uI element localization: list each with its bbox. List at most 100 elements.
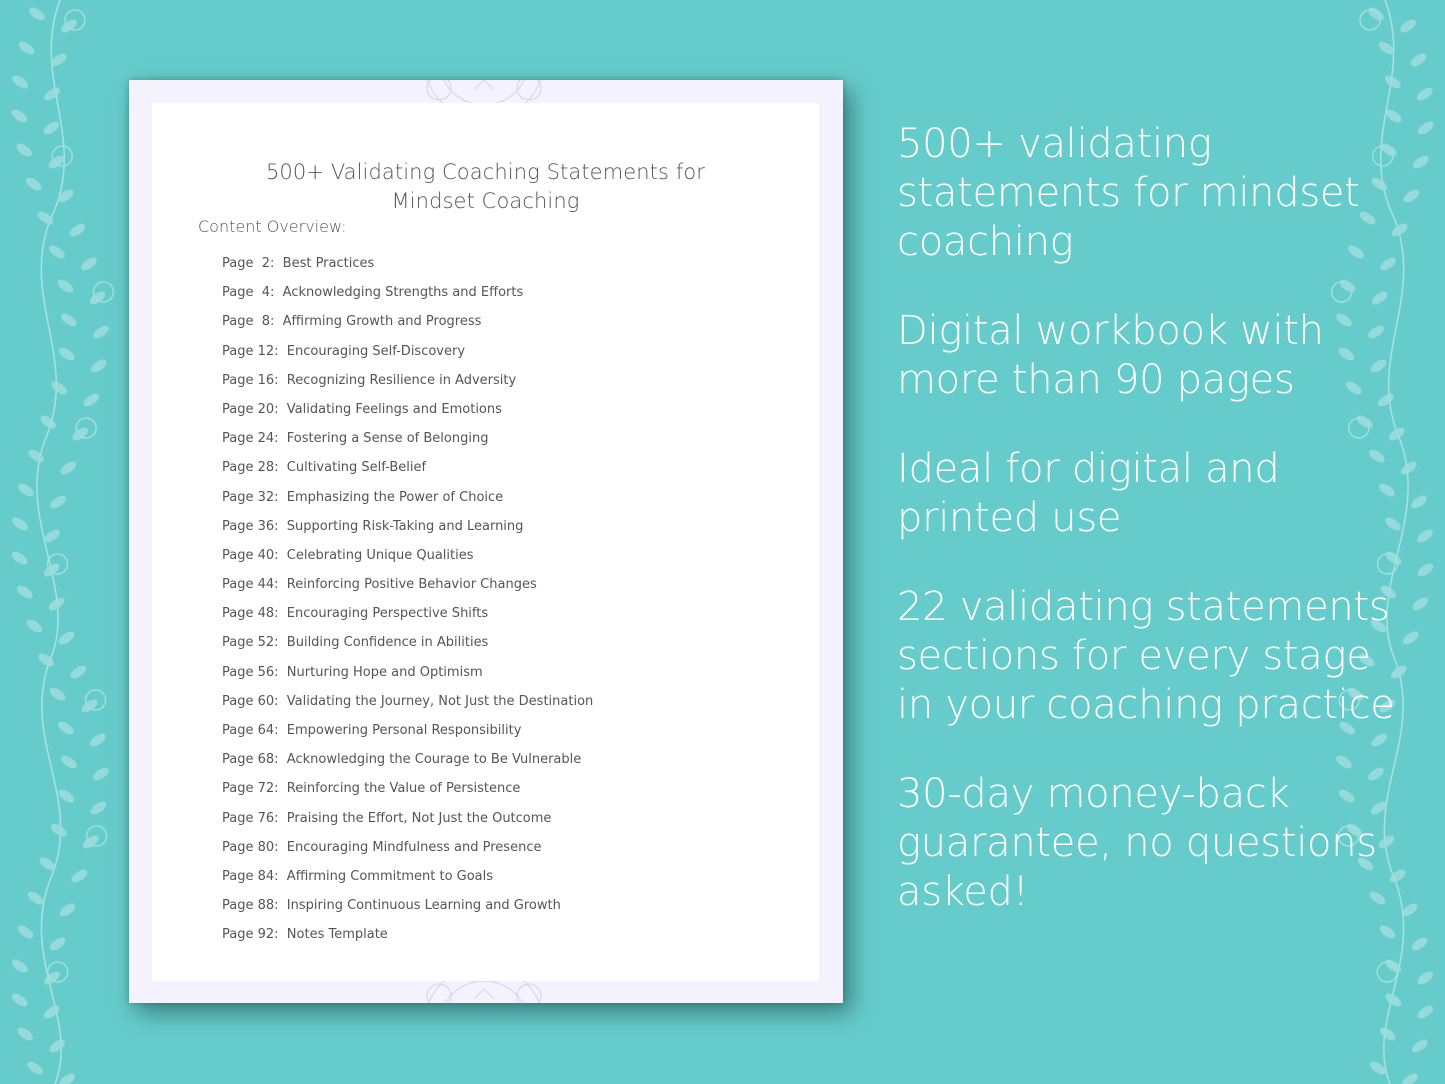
toc-section-title: Encouraging Mindfulness and Presence — [286, 839, 542, 855]
toc-item: Page 64: Empowering Personal Responsibil… — [222, 722, 593, 751]
leaf-shape — [1410, 53, 1427, 67]
toc-section-title: Acknowledging the Courage to Be Vulnerab… — [286, 752, 582, 768]
toc-section-title: Inspiring Continuous Learning and Growth — [286, 898, 561, 914]
leaf-shape — [11, 109, 28, 123]
toc-page-number: Page 64: — [222, 723, 279, 738]
leaf-shape — [1379, 1027, 1396, 1041]
leaf-shape — [89, 291, 106, 305]
leaf-shape — [1417, 971, 1434, 985]
leaf-shape — [1417, 121, 1434, 135]
feature-usage: Ideal for digital and printed use — [897, 446, 1280, 541]
toc-section-title: Fostering a Sense of Belonging — [286, 431, 489, 447]
leaf-shape — [11, 551, 28, 565]
leaf-shape — [72, 427, 89, 441]
leaf-shape — [29, 7, 45, 21]
leaf-shape — [27, 1061, 43, 1075]
toc-item: Page 2: Best Practices — [222, 255, 593, 284]
toc-item: Page 80: Encouraging Mindfulness and Pre… — [222, 839, 593, 868]
leaf-shape — [93, 325, 109, 339]
leaf-shape — [16, 143, 33, 157]
toc-item: Page 28: Cultivating Self-Belief — [222, 459, 593, 488]
toc-page-number: Page 36: — [222, 518, 279, 534]
leaf-shape — [11, 959, 28, 973]
toc-item: Page 12: Encouraging Self-Discovery — [222, 343, 593, 372]
leaf-shape — [1417, 563, 1434, 577]
toc-section-title: Reinforcing the Value of Persistence — [286, 781, 521, 797]
mandala-top-icon — [426, 80, 542, 103]
toc-item: Page 72: Reinforcing the Value of Persis… — [222, 780, 593, 809]
leaf-shape — [40, 415, 57, 429]
toc-section-title: Encouraging Self-Discovery — [286, 343, 466, 359]
leaf-shape — [58, 721, 74, 735]
toc-item: Page 84: Affirming Commitment to Goals — [222, 868, 593, 897]
leaf-shape — [43, 563, 60, 577]
feature-workbook: Digital workbook with more than 90 pages — [897, 308, 1324, 403]
feature-statements: 500+ validating statements for mindset c… — [897, 121, 1360, 265]
toc-page-number: Page 32: — [222, 489, 279, 505]
toc-section-title: Cultivating Self-Belief — [286, 460, 427, 476]
toc-item: Page 4: Acknowledging Strengths and Effo… — [222, 284, 593, 313]
toc-section-title: Encouraging Perspective Shifts — [286, 606, 489, 622]
leaf-shape — [50, 823, 67, 837]
toc-page-number: Page 48: — [222, 606, 279, 622]
toc-page-number: Page 20: — [222, 401, 279, 417]
leaf-shape — [58, 631, 75, 645]
leaf-shape — [58, 347, 75, 361]
leaf-shape — [43, 121, 60, 135]
feature-guarantee: 30-day money-back guarantee, no question… — [897, 771, 1377, 915]
toc-section-title: Nurturing Hope and Optimism — [286, 664, 483, 680]
toc-item: Page 32: Emphasizing the Power of Choice — [222, 489, 593, 518]
leaf-shape — [17, 925, 34, 939]
toc-item: Page 88: Inspiring Continuous Learning a… — [222, 897, 593, 926]
toc-section-title: Praising the Effort, Not Just the Outcom… — [286, 810, 552, 826]
toc-item: Page 20: Validating Feelings and Emotion… — [222, 401, 593, 430]
leaf-shape — [11, 993, 28, 1007]
toc-section-title: Celebrating Unique Qualities — [286, 547, 474, 563]
toc-page-number: Page 24: — [222, 431, 279, 447]
toc-section-title: Validating Feelings and Emotions — [286, 401, 502, 417]
leaf-shape — [27, 891, 44, 905]
leaf-shape — [26, 619, 43, 633]
leaf-shape — [1416, 87, 1433, 101]
toc-page-number: Page 72: — [222, 781, 279, 797]
leaf-shape — [83, 393, 100, 407]
toc-item: Page 8: Affirming Growth and Progress — [222, 313, 593, 342]
leaf-shape — [37, 211, 54, 225]
leaf-shape — [70, 665, 87, 679]
toc-section-title: Validating the Journey, Not Just the Des… — [286, 693, 594, 709]
toc-item: Page 24: Fostering a Sense of Belonging — [222, 430, 593, 459]
toc-page-number: Page 76: — [222, 810, 279, 826]
toc-page-number: Page 16: — [222, 372, 279, 388]
leaf-shape — [1384, 75, 1401, 89]
leaf-shape — [69, 223, 86, 237]
leaf-shape — [60, 461, 77, 475]
toc-item: Page 60: Validating the Journey, Not Jus… — [222, 693, 593, 722]
leaf-shape — [38, 653, 55, 667]
toc-page-number: Page 2: — [222, 256, 275, 271]
toc-page-number: Page 60: — [222, 693, 279, 709]
toc-section-title: Recognizing Resilience in Adversity — [286, 372, 517, 388]
toc-item: Page 56: Nurturing Hope and Optimism — [222, 664, 593, 693]
leaf-shape — [90, 733, 106, 747]
leaf-shape — [51, 381, 68, 395]
toc-section-title: Building Confidence in Abilities — [286, 635, 489, 651]
toc-item: Page 92: Notes Template — [222, 926, 593, 955]
toc-page-number: Page 56: — [222, 664, 279, 680]
leaf-shape — [16, 585, 33, 599]
leaf-shape — [17, 1027, 34, 1041]
leaf-shape — [61, 19, 77, 33]
leaf-shape — [81, 699, 98, 713]
toc-section-title: Emphasizing the Power of Choice — [286, 489, 504, 505]
toc-page-number: Page 88: — [222, 898, 279, 914]
leaf-shape — [1400, 19, 1416, 33]
leaf-shape — [57, 279, 74, 293]
toc-item: Page 16: Recognizing Resilience in Adver… — [222, 372, 593, 401]
leaf-shape — [1417, 1005, 1434, 1019]
feature-list: 500+ validating statements for mindset c… — [897, 120, 1417, 957]
leaf-shape — [49, 245, 65, 259]
leaf-shape — [18, 41, 35, 55]
mandala-bottom-icon — [426, 981, 542, 1003]
toc-page-number: Page 44: — [222, 577, 279, 593]
leaf-shape — [90, 359, 107, 373]
toc-section-title: Acknowledging Strengths and Efforts — [282, 285, 524, 301]
